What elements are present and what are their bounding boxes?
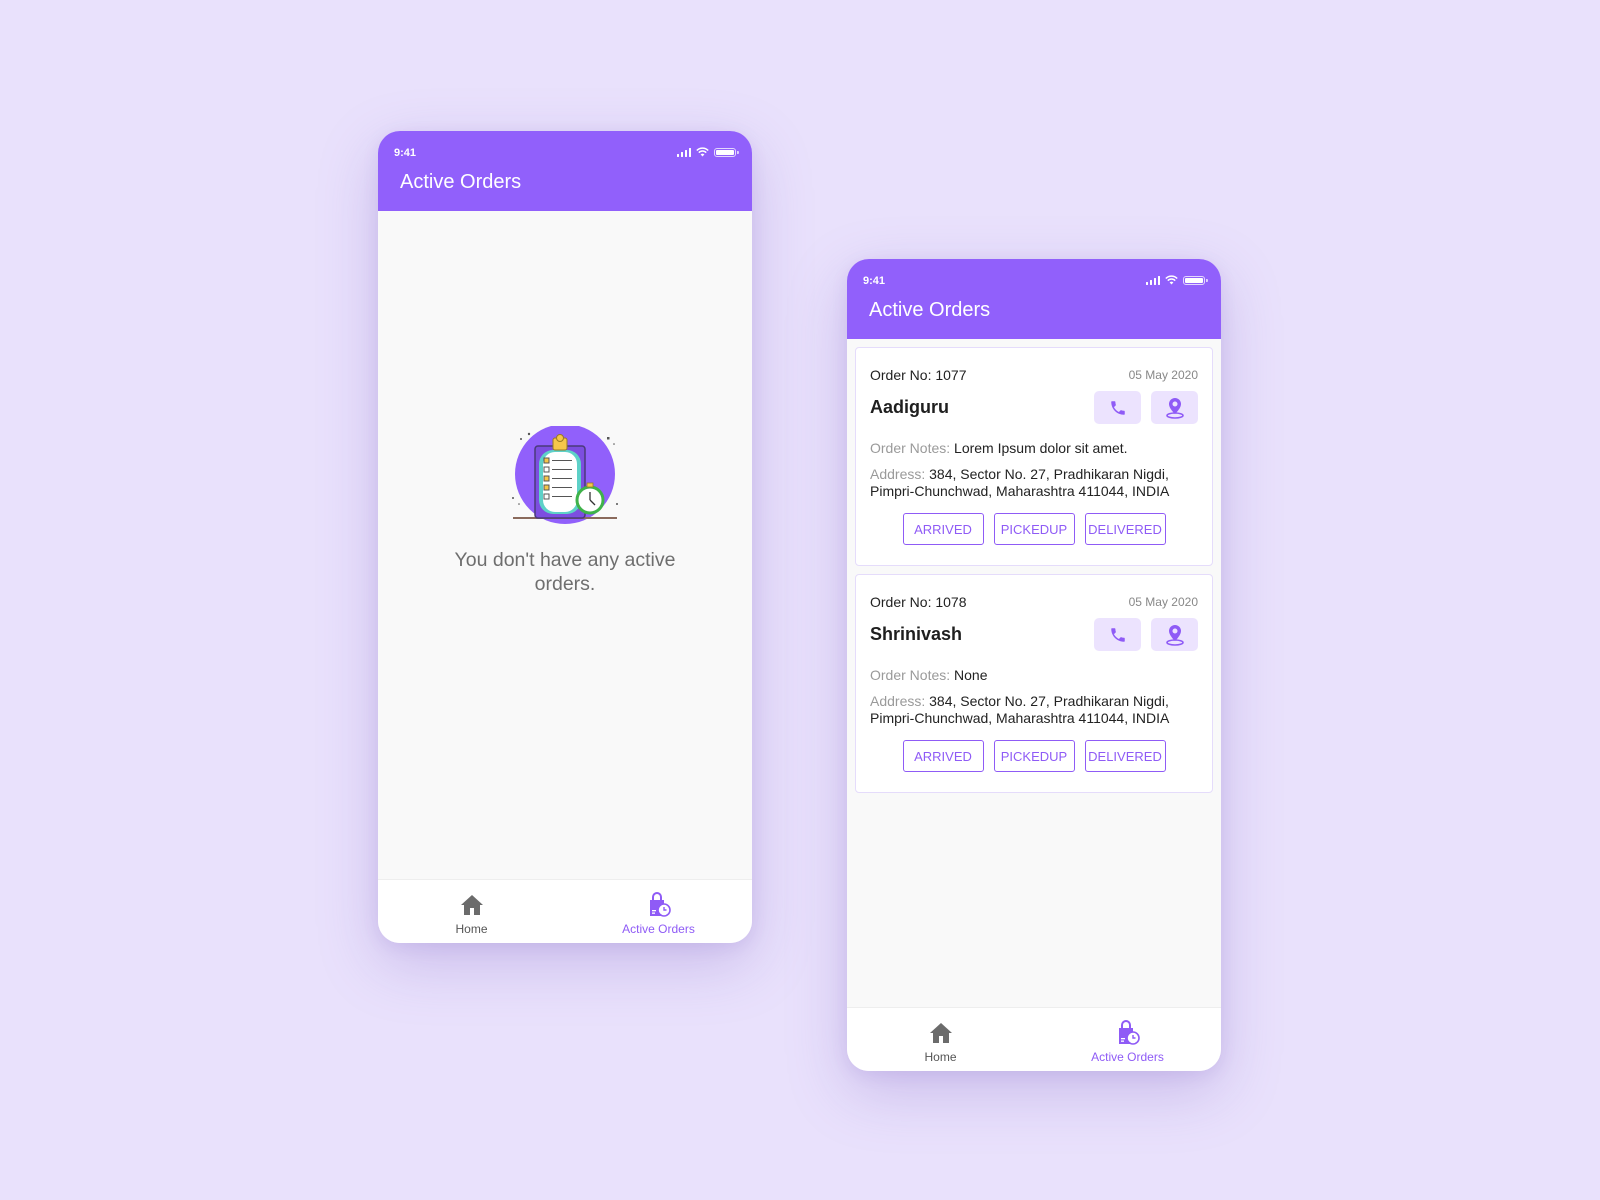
location-pin-icon: [1165, 624, 1184, 646]
delivered-button[interactable]: DELIVERED: [1084, 513, 1166, 545]
clipboard-stopwatch-illustration: [509, 424, 621, 526]
status-time: 9:41: [863, 275, 886, 287]
customer-name: Aadiguru: [870, 397, 949, 417]
call-button[interactable]: [1094, 391, 1141, 424]
location-pin-icon: [1165, 397, 1184, 419]
phone-icon: [1110, 627, 1125, 642]
pickedup-button[interactable]: PICKEDUP: [993, 513, 1075, 545]
order-notes-value: Lorem Ipsum dolor sit amet.: [950, 440, 1128, 456]
order-address: Address: 384, Sector No. 27, Pradhikaran…: [870, 693, 1198, 727]
address-label: Address:: [870, 466, 926, 482]
order-card: Order No: 1078 05 May 2020 Shrinivash Or…: [855, 574, 1213, 793]
app-bar: 9:41 Active Orders: [847, 259, 1221, 339]
wifi-icon: [1165, 275, 1178, 285]
order-date: 05 May 2020: [1128, 595, 1198, 609]
status-icons: [1145, 275, 1208, 285]
app-bar: 9:41 Active Orders: [378, 131, 752, 211]
location-button[interactable]: [1151, 618, 1198, 651]
nav-item-active-orders[interactable]: Active Orders: [1034, 1008, 1221, 1071]
arrived-button[interactable]: ARRIVED: [902, 740, 984, 772]
order-notes: Order Notes: Lorem Ipsum dolor sit amet.: [870, 440, 1198, 457]
customer-name: Shrinivash: [870, 624, 963, 644]
bottom-nav: Home Active Orders: [378, 879, 752, 943]
empty-state-message: You don't have any active orders.: [454, 549, 676, 595]
delivered-button[interactable]: DELIVERED: [1084, 740, 1166, 772]
order-address: Address: 384, Sector No. 27, Pradhikaran…: [870, 466, 1198, 500]
shopping-bag-clock-icon: [646, 891, 672, 918]
shopping-bag-clock-icon: [1115, 1019, 1141, 1046]
order-notes-label: Order Notes:: [870, 440, 951, 456]
status-time: 9:41: [394, 147, 417, 159]
page-title: Active Orders: [869, 299, 991, 321]
order-notes-value: None: [950, 667, 988, 683]
nav-item-home[interactable]: Home: [847, 1008, 1034, 1071]
address-label: Address:: [870, 693, 926, 709]
order-date: 05 May 2020: [1128, 368, 1198, 382]
nav-label-home: Home: [455, 921, 488, 936]
nav-item-active-orders[interactable]: Active Orders: [565, 880, 752, 943]
order-number: Order No: 1077: [870, 367, 967, 383]
signal-icon: [1145, 275, 1160, 285]
nav-label-active-orders: Active Orders: [1091, 1049, 1164, 1064]
phone-screen-orders: 9:41 Active Orders Order No: 1077 05 May…: [847, 259, 1221, 1071]
battery-icon: [1183, 275, 1208, 285]
empty-state: You don't have any active orders.: [378, 424, 752, 596]
call-button[interactable]: [1094, 618, 1141, 651]
order-notes-label: Order Notes:: [870, 667, 951, 683]
order-notes: Order Notes: None: [870, 667, 1198, 684]
phone-icon: [1110, 400, 1125, 415]
pickedup-button[interactable]: PICKEDUP: [993, 740, 1075, 772]
battery-icon: [714, 147, 739, 157]
location-button[interactable]: [1151, 391, 1198, 424]
phone-screen-empty: 9:41 Active Orders You don't have any ac…: [378, 131, 752, 943]
nav-label-home: Home: [924, 1049, 957, 1064]
nav-label-active-orders: Active Orders: [622, 921, 695, 936]
order-number: Order No: 1078: [870, 594, 967, 610]
nav-item-home[interactable]: Home: [378, 880, 565, 943]
order-card: Order No: 1077 05 May 2020 Aadiguru Orde…: [855, 347, 1213, 566]
page-title: Active Orders: [400, 171, 522, 193]
signal-icon: [676, 147, 691, 157]
home-icon: [459, 892, 485, 918]
wifi-icon: [696, 147, 709, 157]
arrived-button[interactable]: ARRIVED: [902, 513, 984, 545]
home-icon: [928, 1020, 954, 1046]
status-icons: [676, 147, 739, 157]
bottom-nav: Home Active Orders: [847, 1007, 1221, 1071]
